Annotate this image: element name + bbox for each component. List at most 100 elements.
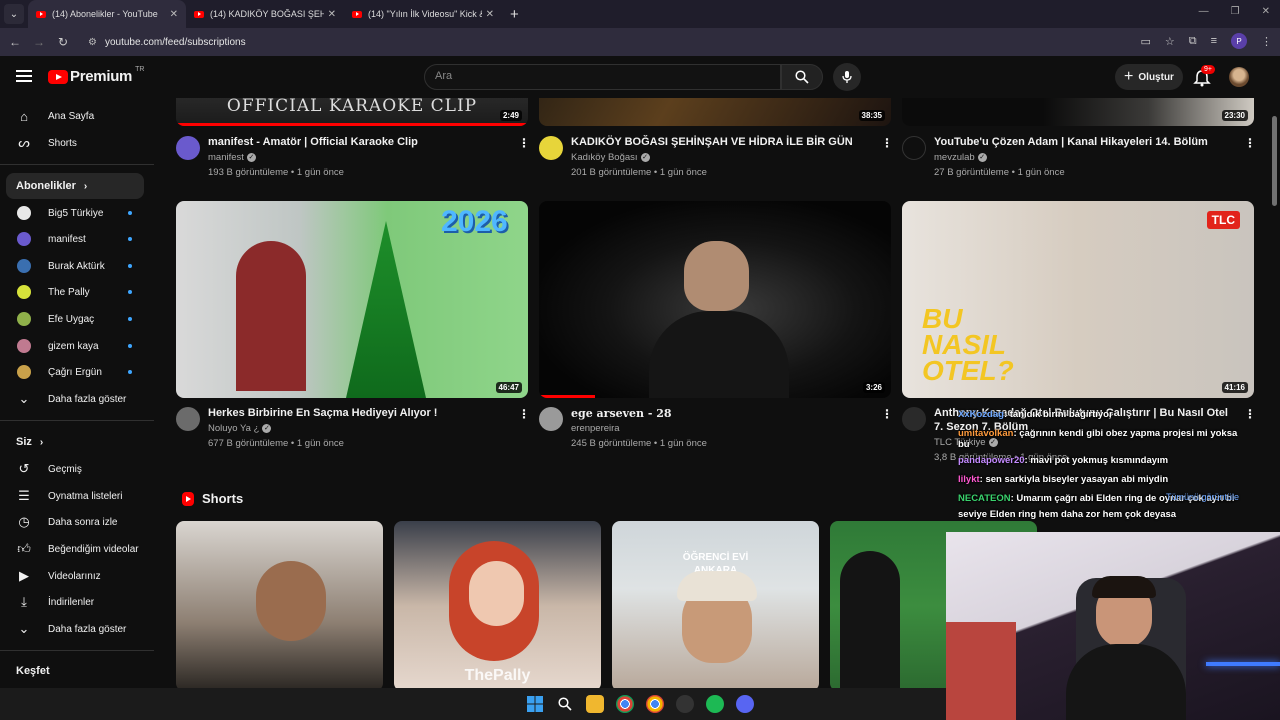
voice-search-button[interactable] (833, 63, 861, 91)
sidebar-channel-efe-uygac[interactable]: Efe Uygaç (6, 306, 144, 332)
site-info-icon[interactable]: ⚙ (88, 37, 97, 48)
hamburger-menu-icon[interactable] (16, 70, 32, 82)
profile-avatar[interactable]: P (1231, 33, 1247, 49)
video-title[interactable]: Herkes Birbirine En Saçma Hediyeyi Alıyo… (208, 407, 437, 419)
reload-icon[interactable]: ↻ (51, 35, 75, 49)
duration-badge: 3:26 (862, 382, 885, 393)
tab-close-icon[interactable]: ✕ (486, 9, 494, 20)
video-thumbnail[interactable]: 2026 46:47 (176, 201, 528, 398)
video-thumbnail[interactable]: 23:30 (902, 98, 1254, 126)
sidebar-item-shorts[interactable]: ᔕ Shorts (6, 130, 144, 156)
sidebar-subscriptions-heading[interactable]: Abonelikler › (6, 173, 144, 199)
video-channel-name[interactable]: Noluyo Ya ¿ ✓ (208, 423, 272, 434)
taskbar-search-icon[interactable] (556, 695, 574, 713)
video-channel-name[interactable]: mevzulab ✓ (934, 152, 987, 163)
new-tab-button[interactable]: + (510, 6, 519, 23)
search-input[interactable]: Ara (424, 64, 781, 90)
tab-subscriptions[interactable]: (14) Abonelikler - YouTube ✕ (28, 0, 186, 28)
sidebar-channel-burak-akturk[interactable]: Burak Aktürk (6, 253, 144, 279)
cast-icon[interactable]: ▭ (1140, 35, 1150, 48)
short-thumbnail[interactable]: ThePally (394, 521, 601, 688)
video-title[interactable]: YouTube'u Çözen Adam | Kanal Hikayeleri … (934, 136, 1208, 148)
thumbnail-christmas-tree (346, 221, 426, 398)
sidebar-channel-manifest[interactable]: manifest (6, 226, 144, 252)
tab-close-icon[interactable]: ✕ (328, 9, 336, 20)
view-all-link[interactable]: Tümünü görüntüle (1166, 492, 1239, 502)
youtube-premium-logo[interactable]: Premium TR (48, 66, 144, 85)
video-more-icon[interactable]: ⋮ (881, 407, 893, 421)
channel-avatar[interactable] (539, 407, 563, 431)
sidebar-channel-the-pally[interactable]: The Pally (6, 279, 144, 305)
sidebar-item-your-videos[interactable]: ▶ Videolarınız (6, 563, 144, 589)
video-title[interactable]: KADIKÖY BOĞASI ŞEHİNŞAH VE HİDRA İLE BİR… (571, 136, 853, 148)
minimize-icon[interactable]: — (1199, 6, 1209, 17)
extensions-icon[interactable]: ⧉ (1189, 35, 1197, 48)
channel-avatar[interactable] (539, 136, 563, 160)
short-thumbnail[interactable] (176, 521, 383, 688)
account-avatar[interactable] (1229, 67, 1249, 87)
video-title[interactable]: manifest - Amatör | Official Karaoke Cli… (208, 136, 418, 148)
sidebar-item-history[interactable]: ↺ Geçmiş (6, 456, 144, 482)
channel-name-text: Noluyo Ya ¿ (208, 423, 260, 434)
channel-avatar[interactable] (902, 407, 926, 431)
chrome-profile-icon[interactable] (646, 695, 664, 713)
back-icon[interactable]: ← (3, 35, 27, 49)
sidebar-item-liked-videos[interactable]: 👍︎ Beğendiğim videolar (6, 536, 144, 562)
notification-count-badge: 9+ (1201, 65, 1215, 74)
video-title[interactable]: ege arseven - 28 (571, 407, 672, 420)
create-button[interactable]: + Oluştur (1115, 64, 1183, 90)
video-channel-name[interactable]: erenpereira (571, 423, 620, 434)
file-explorer-icon[interactable] (586, 695, 604, 713)
video-more-icon[interactable]: ⋮ (881, 136, 893, 150)
tab-yilin-ilk-videosu[interactable]: (14) "Yılın İlk Videosu" Kick & T ✕ (344, 0, 502, 28)
channel-avatar[interactable] (176, 136, 200, 160)
close-window-icon[interactable]: ✕ (1262, 6, 1270, 17)
tab-search-button[interactable]: ⌄ (4, 4, 24, 24)
video-channel-name[interactable]: manifest ✓ (208, 152, 256, 163)
forward-icon[interactable]: → (27, 35, 51, 49)
search-button[interactable] (781, 64, 823, 90)
download-icon: ⤓ (21, 594, 27, 609)
video-thumbnail[interactable]: BU NASIL OTEL? TLC 41:16 (902, 201, 1254, 398)
video-more-icon[interactable]: ⋮ (518, 136, 530, 150)
channel-avatar[interactable] (902, 136, 926, 160)
sidebar-item-label: Daha fazla göster (48, 393, 127, 405)
youtube-favicon-icon (352, 10, 362, 18)
windows-start-icon[interactable] (526, 695, 544, 713)
video-more-icon[interactable]: ⋮ (1244, 136, 1256, 150)
bookmark-star-icon[interactable]: ☆ (1165, 35, 1175, 48)
sidebar-channel-big5[interactable]: Big5 Türkiye (6, 200, 144, 226)
short-thumbnail[interactable]: ÖĞRENCİ EVİ ANKARA (612, 521, 819, 688)
verified-icon: ✓ (246, 152, 256, 162)
video-thumbnail[interactable]: 3:26 (539, 201, 891, 398)
sidebar-item-home[interactable]: ⌂ Ana Sayfa (6, 103, 144, 129)
tab-title: (14) Abonelikler - YouTube (52, 9, 158, 19)
video-more-icon[interactable]: ⋮ (518, 407, 530, 421)
chrome-icon[interactable] (616, 695, 634, 713)
sidebar-channel-cagri-ergun[interactable]: Çağrı Ergün (6, 359, 144, 385)
sidebar-item-downloads[interactable]: ⤓ İndirilenler (6, 589, 144, 615)
sidebar-item-watch-later[interactable]: ◷ Daha sonra izle (6, 509, 144, 535)
sidebar-show-more-channels[interactable]: ⌄ Daha fazla göster (6, 386, 144, 412)
browser-menu-icon[interactable]: ⋮ (1261, 35, 1272, 48)
tab-kadikoy[interactable]: (14) KADIKÖY BOĞASI ŞEHİNŞA ✕ (186, 0, 344, 28)
channel-avatar[interactable] (176, 407, 200, 431)
video-thumbnail[interactable]: OFFICIAL KARAOKE CLIP 2:49 (176, 98, 528, 126)
maximize-icon[interactable]: ❐ (1231, 6, 1240, 17)
duration-badge: 2:49 (499, 110, 522, 121)
sidebar-you-heading[interactable]: Siz › (6, 429, 144, 455)
url-field[interactable]: ⚙ youtube.com/feed/subscriptions (78, 31, 1168, 53)
obs-icon[interactable] (676, 695, 694, 713)
reading-list-icon[interactable]: ≡ (1211, 35, 1217, 47)
chat-message: seviye Elden ring hem daha zor hem çok d… (958, 508, 1278, 522)
video-channel-name[interactable]: Kadıköy Boğası ✓ (571, 152, 650, 163)
discord-icon[interactable] (736, 695, 754, 713)
sidebar-show-more-you[interactable]: ⌄ Daha fazla göster (6, 616, 144, 642)
sidebar-item-playlists[interactable]: ☰ Oynatma listeleri (6, 483, 144, 509)
spotify-icon[interactable] (706, 695, 724, 713)
logo-text: Premium (70, 68, 133, 85)
sidebar-channel-gizem-kaya[interactable]: gizem kaya (6, 333, 144, 359)
video-thumbnail[interactable]: 38:35 (539, 98, 891, 126)
tab-close-icon[interactable]: ✕ (170, 9, 178, 20)
scrollbar-thumb[interactable] (1272, 116, 1277, 206)
